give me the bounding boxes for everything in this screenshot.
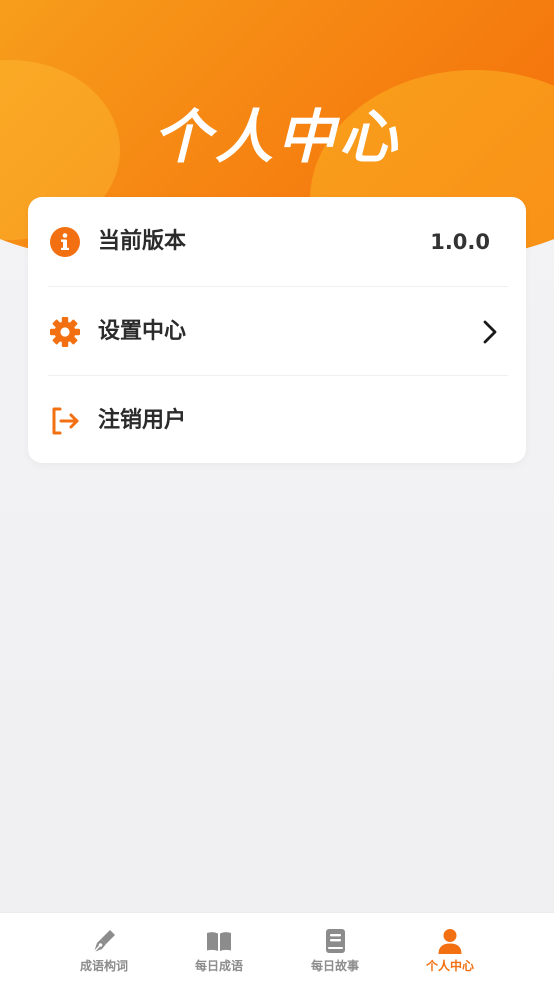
open-book-icon [205,927,233,955]
menu-item-label: 当前版本 [98,229,187,254]
logout-icon [48,404,82,438]
version-value: 1.0.0 [430,230,490,254]
menu-item-label: 注销用户 [98,408,187,433]
pen-icon [90,927,118,955]
tab-label: 成语构词 [79,959,128,973]
profile-page: 个人中心 当前版本 1.0.0 设置中心 注销用户 成语构词 每日成语 每日故事… [0,0,554,984]
menu-item-version[interactable]: 当前版本 1.0.0 [28,197,526,285]
tab-label: 每日故事 [310,959,359,973]
user-icon [436,927,464,955]
tab-label: 个人中心 [425,959,474,973]
bottom-tab-bar: 成语构词 每日成语 每日故事 个人中心 [0,912,554,984]
tab-idiom-words[interactable]: 成语构词 [46,913,162,984]
tab-label: 每日成语 [194,959,243,973]
tab-daily-idiom[interactable]: 每日成语 [161,913,277,984]
tab-daily-story[interactable]: 每日故事 [277,913,393,984]
menu-item-logout[interactable]: 注销用户 [28,376,526,464]
chevron-right-icon [476,318,504,346]
book-icon [321,927,349,955]
info-icon [48,225,82,259]
menu-item-settings[interactable]: 设置中心 [28,287,526,375]
menu-card: 当前版本 1.0.0 设置中心 注销用户 [28,197,526,463]
menu-item-label: 设置中心 [98,319,187,344]
gear-icon [48,315,82,349]
tab-personal-center[interactable]: 个人中心 [392,913,508,984]
page-title: 个人中心 [152,103,401,171]
